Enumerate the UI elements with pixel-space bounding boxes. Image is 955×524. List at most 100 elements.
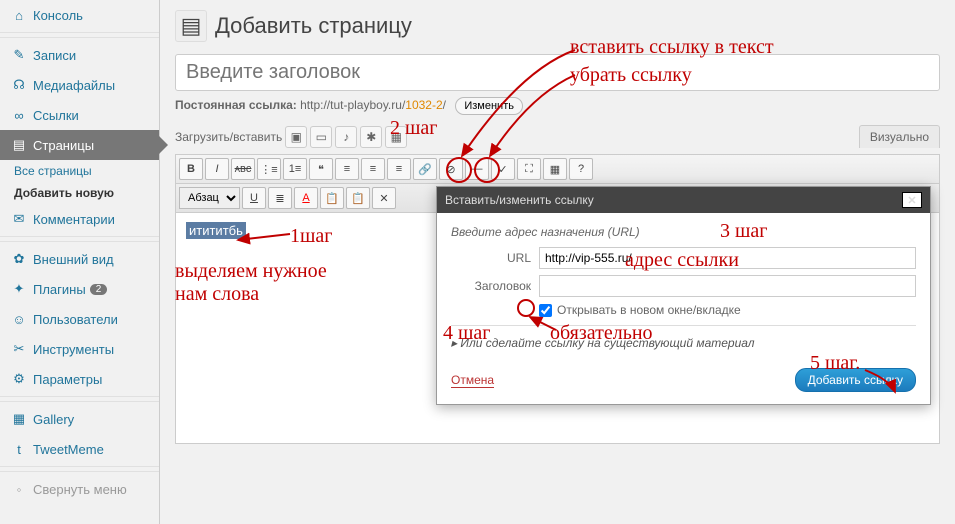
sidebar-item-comments[interactable]: ✉ Комментарии [0, 204, 159, 234]
ol-button[interactable]: 1≡ [283, 158, 307, 180]
link-title-label: Заголовок [451, 279, 531, 293]
label: Консоль [33, 8, 83, 23]
label: Записи [33, 48, 76, 63]
upload-row: Загрузить/вставить ▣ ▭ ♪ ✱ ▦ Визуально [175, 125, 940, 148]
separator [0, 32, 159, 38]
label: Страницы [33, 138, 94, 153]
label: Gallery [33, 412, 74, 427]
paste-word-button[interactable]: 📋 [346, 187, 370, 209]
gallery-icon: ▦ [10, 410, 28, 428]
expand-existing[interactable]: ▸ Или сделайте ссылку на существующий ма… [451, 332, 916, 354]
label: Инструменты [33, 342, 114, 357]
justify-button[interactable]: ≣ [268, 187, 292, 209]
selected-text: итититбь [186, 222, 246, 239]
plugin-icon: ✦ [10, 280, 28, 298]
label: Внешний вид [33, 252, 114, 267]
help-button[interactable]: ? [569, 158, 593, 180]
newtab-checkbox[interactable] [539, 304, 552, 317]
sidebar-item-tools[interactable]: ✂Инструменты [0, 334, 159, 364]
permalink-slug: 1032-2 [405, 98, 442, 112]
align-right-button[interactable]: ≡ [387, 158, 411, 180]
sidebar-item-gallery[interactable]: ▦ Gallery [0, 404, 159, 434]
submenu-add-new[interactable]: Добавить новую [0, 182, 159, 204]
modal-header[interactable]: Вставить/изменить ссылку ✕ [437, 187, 930, 213]
twitter-icon: t [10, 440, 28, 458]
text-color-button[interactable]: A [294, 187, 318, 209]
edit-icon: ✎ [10, 46, 28, 64]
label: Медиафайлы [33, 78, 115, 93]
sidebar-item-links[interactable]: ∞ Ссылки [0, 100, 159, 130]
sidebar-item-plugins[interactable]: ✦ Плагины 2 [0, 274, 159, 304]
modal-separator [451, 325, 916, 326]
label: Ссылки [33, 108, 79, 123]
separator [0, 236, 159, 242]
title-row: Заголовок [451, 275, 916, 297]
strike-button[interactable]: ᴀʙᴄ [231, 158, 255, 180]
cancel-link[interactable]: Отмена [451, 373, 494, 388]
sidebar-item-pages[interactable]: ▤ Страницы [0, 130, 159, 160]
sidebar-item-media[interactable]: ☊ Медиафайлы [0, 70, 159, 100]
modal-body: Введите адрес назначения (URL) URL Загол… [437, 213, 930, 358]
sidebar-item-console[interactable]: ⌂Консоль [0, 0, 159, 30]
permalink-row: Постоянная ссылка: http://tut-playboy.ru… [175, 97, 940, 115]
collapse-menu[interactable]: ◦Свернуть меню [0, 474, 159, 504]
label: Свернуть меню [33, 482, 127, 497]
url-input[interactable] [539, 247, 916, 269]
format-select[interactable]: Абзац [179, 187, 240, 209]
fullscreen-button[interactable]: ⛶ [517, 158, 541, 180]
more-button[interactable]: — [465, 158, 489, 180]
underline-button[interactable]: U [242, 187, 266, 209]
permalink-suffix: / [443, 98, 446, 112]
quote-button[interactable]: ❝ [309, 158, 333, 180]
page-title-icon: ▤ [175, 10, 207, 42]
sidebar-item-settings[interactable]: ⚙ Параметры [0, 364, 159, 394]
label: Плагины [33, 282, 86, 297]
link-icon: ∞ [10, 106, 28, 124]
plugin-badge: 2 [90, 284, 108, 295]
submenu-all-pages[interactable]: Все страницы [0, 160, 159, 182]
align-center-button[interactable]: ≡ [361, 158, 385, 180]
insert-link-button[interactable]: 🔗 [413, 158, 437, 180]
sidebar-item-posts[interactable]: ✎ Записи [0, 40, 159, 70]
italic-button[interactable]: I [205, 158, 229, 180]
permalink-label: Постоянная ссылка: [175, 98, 297, 112]
paste-text-button[interactable]: 📋 [320, 187, 344, 209]
label: Параметры [33, 372, 102, 387]
url-label: URL [451, 251, 531, 265]
add-link-button[interactable]: Добавить ссылку [795, 368, 916, 392]
remove-link-button[interactable]: ⊘ [439, 158, 463, 180]
separator [0, 396, 159, 402]
edit-permalink-button[interactable]: Изменить [455, 97, 523, 115]
upload-audio-button[interactable]: ♪ [335, 126, 357, 148]
upload-video-button[interactable]: ▭ [310, 126, 332, 148]
sidebar-item-appearance[interactable]: ✿ Внешний вид [0, 244, 159, 274]
label: Комментарии [33, 212, 115, 227]
tab-visual[interactable]: Визуально [859, 125, 940, 148]
gear-icon: ⚙ [10, 370, 28, 388]
link-title-input[interactable] [539, 275, 916, 297]
appearance-icon: ✿ [10, 250, 28, 268]
comment-icon: ✉ [10, 210, 28, 228]
ul-button[interactable]: ⋮≡ [257, 158, 281, 180]
align-left-button[interactable]: ≡ [335, 158, 359, 180]
page-title-text: Добавить страницу [215, 13, 412, 39]
page-icon: ▤ [10, 136, 28, 154]
spellcheck-button[interactable]: ✓ [491, 158, 515, 180]
clear-format-button[interactable]: ✕ [372, 187, 396, 209]
sidebar-item-users[interactable]: ☺Пользователи [0, 304, 159, 334]
media-icon: ☊ [10, 76, 28, 94]
upload-image-button[interactable]: ▣ [285, 126, 307, 148]
kitchen-sink-button[interactable]: ▦ [543, 158, 567, 180]
toolbar-row-1: B I ᴀʙᴄ ⋮≡ 1≡ ❝ ≡ ≡ ≡ 🔗 ⊘ — ✓ ⛶ ▦ ? [176, 155, 939, 184]
permalink-base: http://tut-playboy.ru/ [300, 98, 405, 112]
admin-sidebar: ⌂Консоль ✎ Записи ☊ Медиафайлы ∞ Ссылки ▤ Ст… [0, 0, 160, 524]
close-button[interactable]: ✕ [902, 192, 922, 208]
upload-media-button[interactable]: ✱ [360, 126, 382, 148]
modal-footer: Отмена Добавить ссылку [437, 358, 930, 394]
sidebar-item-tweetmeme[interactable]: tTweetMeme [0, 434, 159, 464]
upload-gallery-button[interactable]: ▦ [385, 126, 407, 148]
post-title-input[interactable] [175, 54, 940, 91]
bold-button[interactable]: B [179, 158, 203, 180]
newtab-label: Открывать в новом окне/вкладке [557, 303, 741, 317]
url-row: URL [451, 247, 916, 269]
